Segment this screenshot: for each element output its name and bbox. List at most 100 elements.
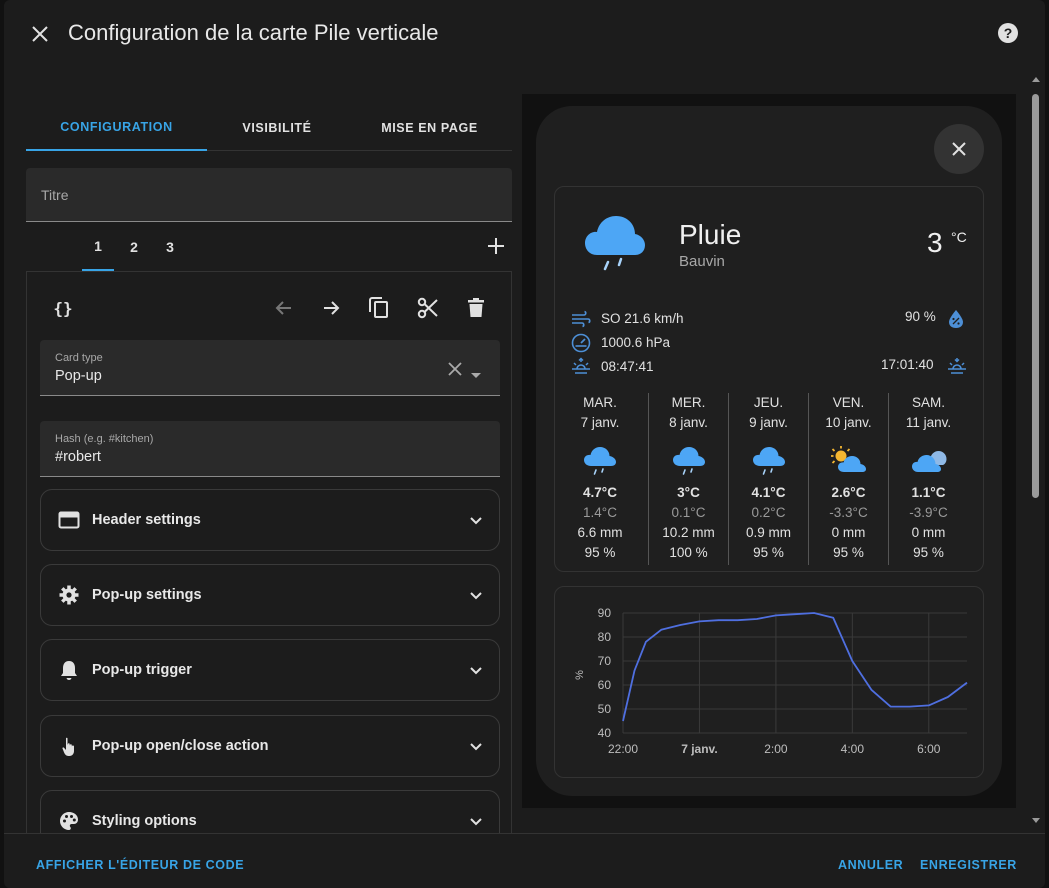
close-icon bbox=[952, 142, 966, 156]
hash-label: Hash (e.g. #kitchen) bbox=[55, 433, 154, 445]
section-popup-open-close[interactable]: Pop-up open/close action bbox=[40, 715, 500, 777]
tab-layout[interactable]: MISE EN PAGE bbox=[347, 104, 512, 151]
section-popup-settings[interactable]: Pop-up settings bbox=[40, 564, 500, 626]
popup-close-button[interactable] bbox=[934, 124, 984, 174]
title-input[interactable]: Titre bbox=[26, 168, 512, 222]
partly-cloudy-icon bbox=[809, 433, 888, 483]
header-icon bbox=[58, 509, 80, 531]
show-code-editor-button[interactable]: AFFICHER L'ÉDITEUR DE CODE bbox=[36, 858, 244, 872]
arrow-left-icon[interactable] bbox=[272, 296, 296, 320]
clear-icon[interactable] bbox=[448, 362, 462, 376]
forecast-day-name: JEU. bbox=[753, 395, 784, 410]
humidity-icon bbox=[947, 309, 965, 329]
gauge-icon bbox=[571, 333, 591, 353]
forecast-day: MAR. 7 janv. 4.7°C 1.4°C 6.6 mm 95 % bbox=[560, 393, 640, 565]
arrow-right-icon[interactable] bbox=[319, 296, 343, 320]
forecast-low: -3.9°C bbox=[909, 505, 948, 520]
forecast-precip: 10.2 mm bbox=[662, 525, 715, 540]
forecast-day-name: SAM. bbox=[911, 395, 945, 410]
card-tab-1[interactable]: 1 bbox=[82, 222, 114, 271]
rain-icon bbox=[729, 433, 808, 483]
rain-icon bbox=[560, 433, 640, 483]
close-icon[interactable] bbox=[28, 22, 52, 46]
dropdown-arrow-icon[interactable] bbox=[470, 366, 482, 378]
scrollbar-thumb[interactable] bbox=[1032, 94, 1039, 498]
sunrise-icon bbox=[571, 357, 591, 377]
copy-icon[interactable] bbox=[367, 296, 391, 320]
add-card-icon[interactable] bbox=[486, 236, 506, 256]
x-tick-label: 22:00 bbox=[608, 742, 638, 756]
tab-visibility[interactable]: VISIBILITÉ bbox=[207, 104, 347, 151]
forecast-date: 10 janv. bbox=[825, 415, 872, 430]
sunrise-value: 08:47:41 bbox=[601, 359, 654, 374]
scissors-icon[interactable] bbox=[416, 296, 440, 320]
forecast-day-name: MAR. bbox=[583, 395, 617, 410]
forecast-prob: 95 % bbox=[833, 545, 864, 560]
card-type-label: Card type bbox=[55, 352, 103, 364]
forecast-date: 11 janv. bbox=[905, 415, 952, 430]
section-label: Pop-up settings bbox=[92, 587, 202, 603]
y-tick-label: 90 bbox=[598, 606, 612, 620]
y-tick-label: 80 bbox=[598, 630, 612, 644]
weather-card[interactable]: Pluie Bauvin 3 °C SO 21.6 km/h 1000.6 hP… bbox=[554, 186, 984, 572]
code-braces-icon[interactable]: {} bbox=[51, 296, 75, 320]
card-type-select[interactable]: Card type Pop-up bbox=[40, 340, 500, 396]
config-dialog: Configuration de la carte Pile verticale… bbox=[4, 0, 1045, 888]
forecast-day: MER. 8 janv. 3°C 0.1°C 10.2 mm 100 % bbox=[648, 393, 728, 565]
card-tab-2[interactable]: 2 bbox=[118, 222, 150, 271]
humidity-chart-card[interactable]: 90807060504022:007 janv.2:004:006:008:00… bbox=[554, 586, 1017, 778]
forecast-precip: 0 mm bbox=[831, 525, 866, 540]
humidity-value: 90 % bbox=[905, 309, 936, 324]
cancel-button[interactable]: ANNULER bbox=[838, 858, 903, 872]
humidity-series-line bbox=[622, 612, 968, 722]
sunset-icon bbox=[947, 357, 967, 377]
section-popup-trigger[interactable]: Pop-up trigger bbox=[40, 639, 500, 701]
config-tabs: CONFIGURATION VISIBILITÉ MISE EN PAGE bbox=[26, 104, 512, 151]
forecast-prob: 95 % bbox=[584, 545, 616, 560]
section-label: Styling options bbox=[92, 813, 197, 829]
forecast-date: 7 janv. bbox=[580, 415, 620, 430]
card-type-value: Pop-up bbox=[55, 368, 102, 384]
y-tick-label: 40 bbox=[598, 726, 612, 740]
y-tick-label: 50 bbox=[598, 702, 612, 716]
dialog-footer: AFFICHER L'ÉDITEUR DE CODE ANNULER ENREG… bbox=[4, 833, 1045, 888]
svg-text:?: ? bbox=[1004, 25, 1013, 41]
chevron-down-icon bbox=[467, 662, 485, 680]
x-tick-label: 6:00 bbox=[917, 742, 941, 756]
forecast-high: 3°C bbox=[677, 485, 700, 500]
x-tick-label: 7 janv. bbox=[681, 742, 717, 756]
forecast-low: 0.1°C bbox=[671, 505, 706, 520]
cloudy-icon bbox=[889, 433, 968, 483]
section-styling-options[interactable]: Styling options bbox=[40, 790, 500, 833]
forecast-precip: 6.6 mm bbox=[577, 525, 623, 540]
forecast-prob: 100 % bbox=[669, 545, 708, 560]
section-header-settings[interactable]: Header settings bbox=[40, 489, 500, 551]
chevron-down-icon bbox=[467, 587, 485, 605]
forecast-day: VEN. 10 janv. 2.6°C -3.3°C 0 mm 95 % bbox=[808, 393, 888, 565]
forecast-prob: 95 % bbox=[913, 545, 944, 560]
forecast-day-name: MER. bbox=[671, 395, 706, 410]
scrollbar[interactable] bbox=[1030, 70, 1042, 830]
y-axis-label: % bbox=[574, 670, 586, 680]
section-label: Header settings bbox=[92, 512, 201, 528]
bell-icon bbox=[58, 659, 80, 681]
chevron-down-icon bbox=[467, 738, 485, 756]
weather-temperature: 3 bbox=[927, 227, 943, 258]
weather-condition: Pluie bbox=[679, 219, 742, 250]
save-button[interactable]: ENREGISTRER bbox=[920, 858, 1017, 872]
forecast-date: 8 janv. bbox=[669, 415, 708, 430]
card-tab-3[interactable]: 3 bbox=[154, 222, 186, 271]
weather-temperature-unit: °C bbox=[951, 229, 967, 245]
forecast-low: 0.2°C bbox=[751, 505, 786, 520]
popup-preview: Pluie Bauvin 3 °C SO 21.6 km/h 1000.6 hP… bbox=[536, 106, 1017, 796]
hash-input[interactable]: Hash (e.g. #kitchen) #robert bbox=[40, 421, 500, 477]
forecast-date: 9 janv. bbox=[749, 415, 788, 430]
x-tick-label: 2:00 bbox=[764, 742, 788, 756]
forecast-precip: 0.9 mm bbox=[745, 525, 791, 540]
help-icon[interactable]: ? bbox=[997, 22, 1019, 44]
delete-icon[interactable] bbox=[464, 296, 488, 320]
touch-icon bbox=[58, 735, 80, 757]
tab-configuration[interactable]: CONFIGURATION bbox=[26, 104, 207, 151]
humidity-chart: 90807060504022:007 janv.2:004:006:008:00… bbox=[574, 606, 1017, 756]
weather-location: Bauvin bbox=[679, 253, 725, 270]
